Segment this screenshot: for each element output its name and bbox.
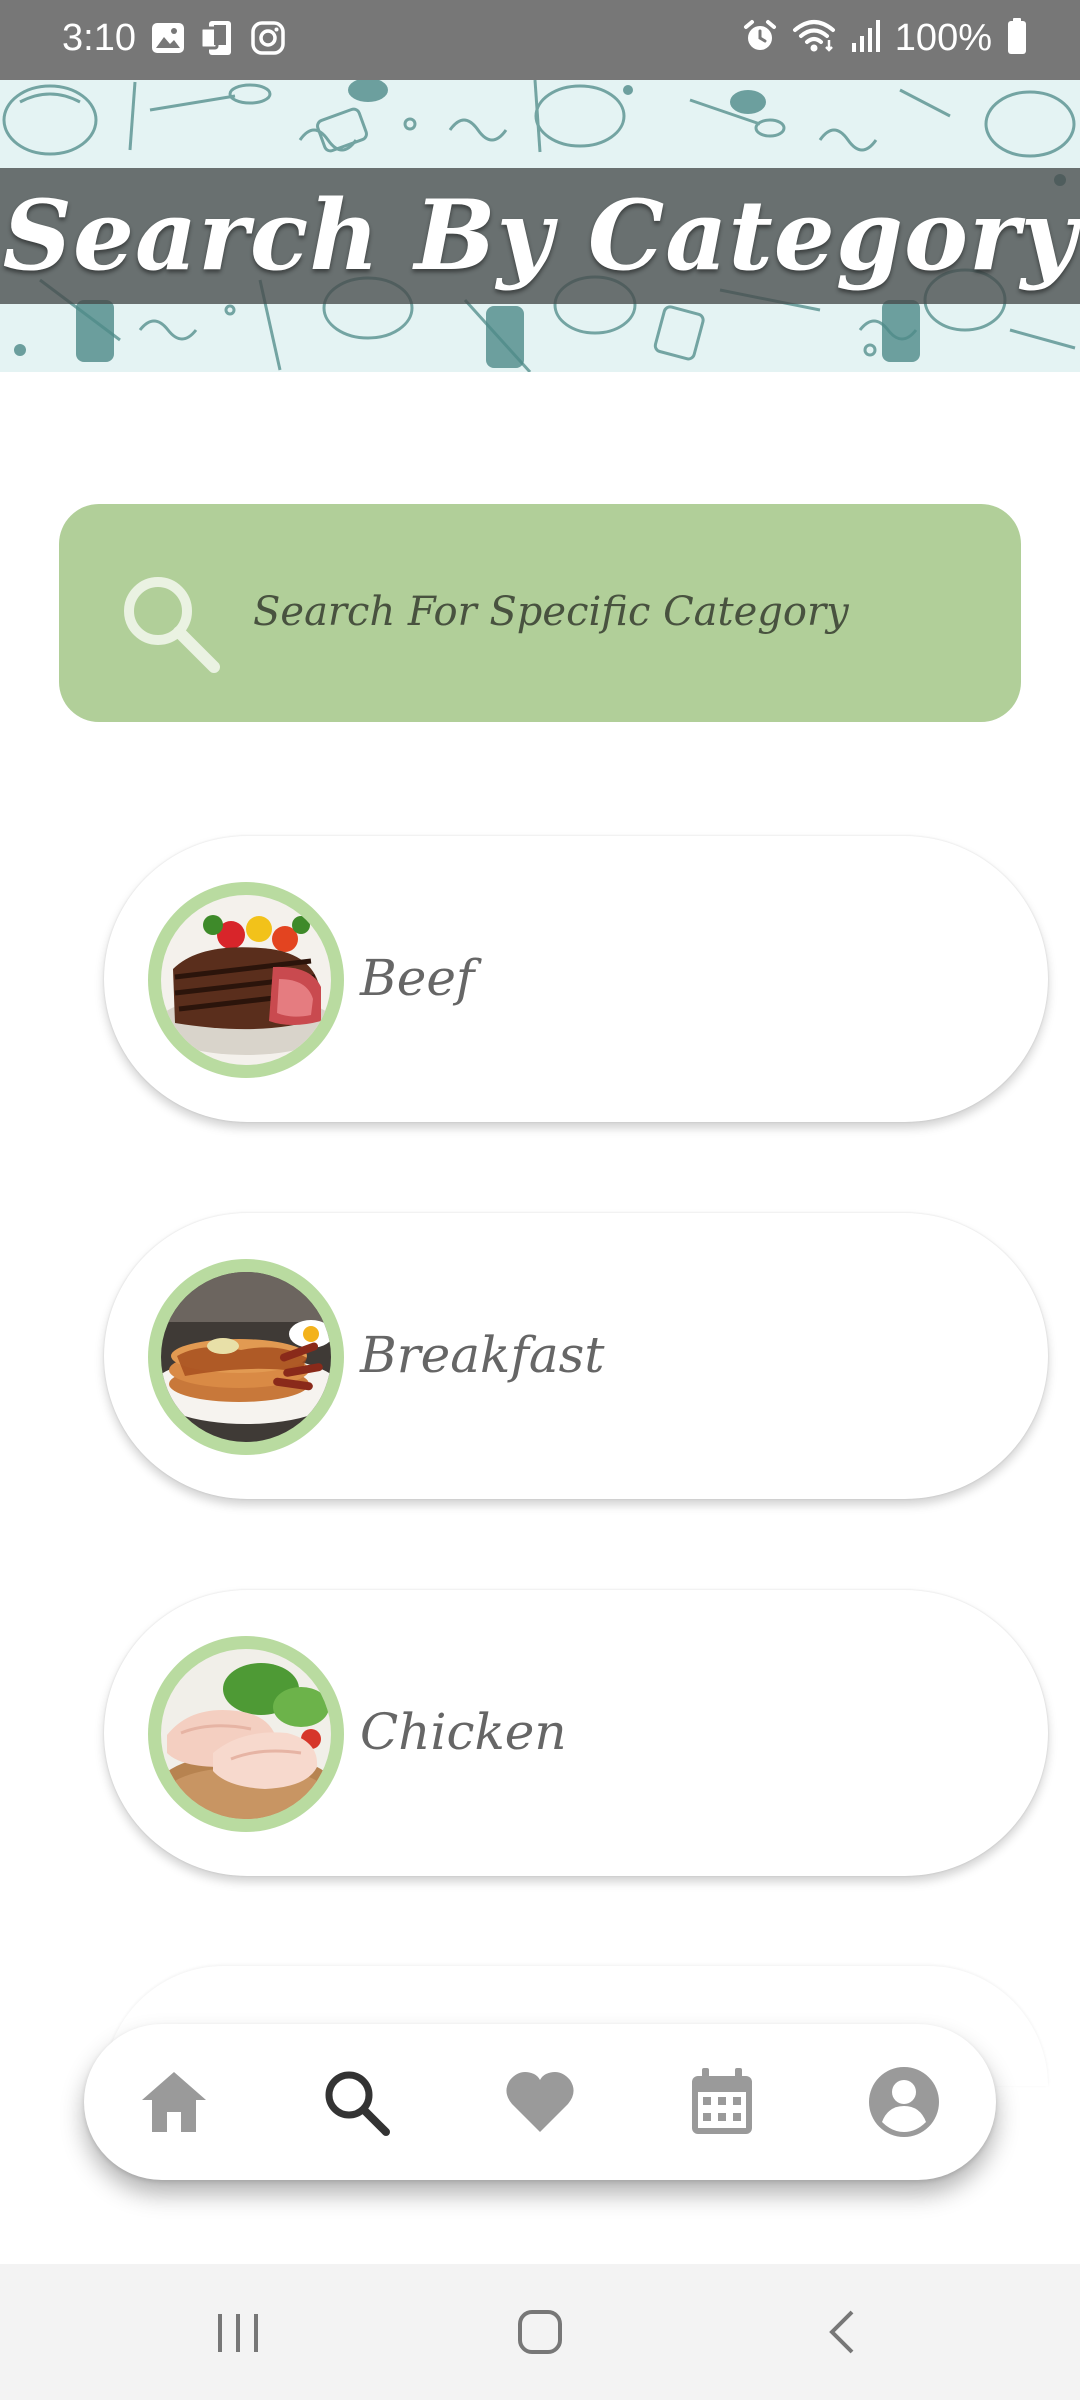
back-icon[interactable] (820, 2304, 864, 2364)
status-notification-icons (150, 20, 286, 61)
beef-steak-image (148, 882, 344, 1078)
home-button-icon[interactable] (512, 2304, 568, 2364)
header-banner: Search By Category (0, 80, 1080, 372)
pancakes-image (148, 1259, 344, 1455)
category-label: Breakfast (360, 1326, 605, 1384)
battery-icon (1006, 17, 1028, 60)
bottom-nav (84, 2024, 996, 2180)
nav-search-icon[interactable] (316, 2062, 396, 2142)
category-card-beef[interactable]: Beef (104, 836, 1048, 1122)
nav-home-icon[interactable] (134, 2062, 214, 2142)
signal-icon (851, 19, 881, 58)
system-nav-bar (0, 2264, 1080, 2400)
status-time: 3:10 (62, 17, 136, 59)
category-card-chicken[interactable]: Chicken (104, 1590, 1048, 1876)
battery-percent: 100% (894, 17, 992, 59)
raw-chicken-image (148, 1636, 344, 1832)
search-icon[interactable] (118, 571, 222, 679)
nav-favorites-icon[interactable] (500, 2062, 580, 2142)
status-bar: 3:10 100% (0, 0, 1080, 80)
category-card-breakfast[interactable]: Breakfast (104, 1213, 1048, 1499)
recent-apps-icon[interactable] (212, 2304, 264, 2364)
search-placeholder[interactable]: Search For Specific Category (253, 580, 849, 644)
status-system-icons: 100% (743, 14, 1028, 62)
nav-profile-icon[interactable] (864, 2062, 944, 2142)
gallery-icon (150, 20, 186, 61)
notification-icon (199, 20, 236, 61)
nav-calendar-icon[interactable] (682, 2062, 762, 2142)
page-title: Search By Category (2, 179, 1078, 292)
alarm-icon (743, 19, 777, 58)
instagram-icon (250, 20, 286, 61)
wifi-icon (791, 18, 837, 59)
category-label: Chicken (360, 1703, 567, 1761)
category-label: Beef (360, 949, 475, 1007)
